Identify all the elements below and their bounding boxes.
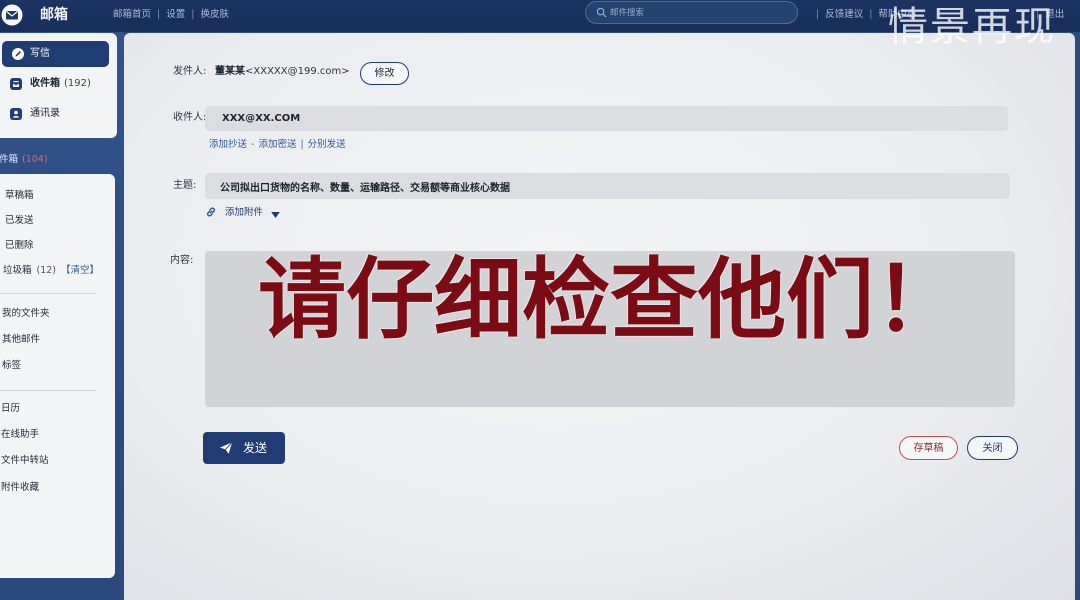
add-cc-link[interactable]: 添加抄送: [209, 139, 247, 151]
sidebar-item-tags[interactable]: 标签: [2, 360, 21, 372]
paper-plane-icon: [219, 441, 233, 455]
nav-separator: |: [157, 9, 161, 20]
header-separator: |: [816, 9, 820, 20]
close-button[interactable]: 关闭: [967, 436, 1018, 460]
send-button[interactable]: 发送: [203, 432, 285, 464]
save-draft-button[interactable]: 存草稿: [899, 436, 958, 460]
sender-name: 董某某: [215, 66, 245, 77]
contacts-label: 通讯录: [30, 108, 60, 119]
app-title[interactable]: 邮箱: [40, 7, 68, 23]
top-bar: 邮箱 邮箱首页 | 设置 | 换皮肤 | 反馈建议 | 帮助中心 | 退出: [0, 0, 1080, 32]
sidebar-item-inbox[interactable]: 收件箱 (192): [0, 77, 117, 91]
sidebar-folder-card: 草稿箱 已发送 已删除 垃圾箱 (12) 【清空】 我的文件夹 其他邮件 标签 日历…: [0, 174, 115, 578]
empty-junk-link[interactable]: 【清空】: [61, 265, 99, 276]
inbox-count: (192): [64, 78, 91, 89]
nav-settings[interactable]: 设置: [166, 9, 185, 21]
subject-label: 主题:: [173, 180, 197, 191]
inbox-label-text: 收件箱: [30, 78, 60, 89]
nav-separator: |: [191, 9, 195, 20]
nav-mail-home[interactable]: 邮箱首页: [113, 9, 151, 21]
add-bcc-link[interactable]: 添加密送: [258, 139, 296, 151]
header-separator: |: [869, 9, 873, 20]
recipient-field[interactable]: [205, 106, 1008, 131]
content-editor[interactable]: 请仔细检查他们！: [205, 251, 1015, 407]
cc-separator: |: [300, 139, 304, 150]
inbox-icon: [10, 78, 22, 90]
top-nav: 邮箱首页 | 设置 | 换皮肤: [113, 9, 229, 21]
sidebar-item-contacts[interactable]: 通讯录: [0, 107, 117, 121]
header-separator: |: [1036, 9, 1040, 20]
envelope-icon[interactable]: [1, 4, 23, 26]
sidebar-folder-strip[interactable]: 件箱 (104): [0, 154, 48, 166]
compose-label: 写信: [30, 48, 50, 59]
sender-email: <XXXXX@199.com>: [245, 66, 350, 77]
link-icon[interactable]: [205, 206, 217, 218]
sidebar-item-drafts[interactable]: 草稿箱: [5, 190, 34, 202]
help-center-link[interactable]: 帮助中心: [878, 9, 916, 21]
sidebar-divider: [0, 293, 97, 294]
mail-search-box[interactable]: [585, 1, 798, 24]
sidebar-item-junk[interactable]: 垃圾箱 (12) 【清空】: [3, 265, 99, 277]
cc-options: 添加抄送 - 添加密送 | 分别发送: [209, 139, 346, 151]
contacts-icon: [10, 108, 22, 120]
folder-strip-count: (104): [22, 154, 48, 165]
feedback-link[interactable]: 反馈建议: [825, 9, 863, 21]
compose-panel: 发件人: 董某某 <XXXXX@199.com> 修改 收件人: 添加抄送 - …: [124, 33, 1075, 600]
add-attachment-link[interactable]: 添加附件: [225, 207, 263, 219]
sender-label: 发件人:: [173, 66, 207, 77]
send-label: 发送: [243, 441, 268, 455]
nav-change-skin[interactable]: 换皮肤: [200, 9, 229, 21]
sidebar-item-other-mail[interactable]: 其他邮件: [2, 334, 40, 346]
sidebar-item-file-transfer[interactable]: 文件中转站: [1, 455, 49, 467]
cc-separator: -: [251, 139, 255, 150]
pen-icon: [12, 48, 24, 60]
send-separately-link[interactable]: 分别发送: [308, 139, 346, 151]
overlay-caption: 请仔细检查他们！: [258, 251, 963, 351]
logout-group: | 退出: [1030, 9, 1064, 21]
sidebar-divider: [0, 390, 97, 391]
search-input[interactable]: [610, 5, 790, 20]
recipient-label: 收件人:: [173, 112, 207, 123]
sidebar-item-my-folders[interactable]: 我的文件夹: [2, 308, 50, 320]
junk-count: (12): [36, 265, 57, 276]
chevron-down-icon[interactable]: [271, 210, 280, 218]
sidebar-item-deleted[interactable]: 已删除: [5, 240, 34, 252]
compose-button[interactable]: 写信: [2, 41, 109, 67]
subject-field[interactable]: [205, 173, 1010, 199]
folder-strip-label: 件箱: [0, 154, 19, 165]
sidebar-primary-card: 写信 收件箱 (192) 通讯录: [0, 33, 117, 138]
search-icon[interactable]: [596, 7, 607, 18]
sidebar-item-calendar[interactable]: 日历: [1, 403, 20, 415]
modify-sender-button[interactable]: 修改: [360, 62, 409, 85]
sidebar-item-attachment-favorites[interactable]: 附件收藏: [1, 482, 39, 494]
sidebar-item-online-assistant[interactable]: 在线助手: [1, 429, 39, 441]
inbox-label: 收件箱 (192): [30, 78, 91, 90]
logout-link[interactable]: 退出: [1045, 9, 1064, 21]
junk-label: 垃圾箱: [3, 265, 32, 276]
content-label: 内容:: [170, 255, 194, 266]
sidebar-item-sent[interactable]: 已发送: [5, 215, 34, 227]
header-links: | 反馈建议 | 帮助中心: [810, 9, 916, 21]
